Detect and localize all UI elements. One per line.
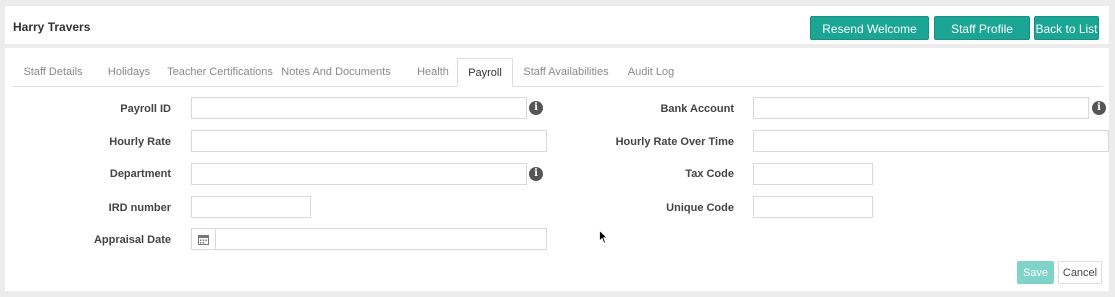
tab-staff-details[interactable]: Staff Details bbox=[13, 58, 93, 86]
hourly-rate-overtime-label: Hourly Rate Over Time bbox=[615, 136, 734, 148]
bank-account-label: Bank Account bbox=[660, 103, 734, 115]
department-input[interactable] bbox=[191, 163, 527, 185]
department-label: Department bbox=[109, 168, 171, 180]
appraisal-date-label: Appraisal Date bbox=[93, 234, 171, 246]
tab-health[interactable]: Health bbox=[405, 58, 461, 86]
staff-profile-report-button[interactable]: Staff Profile Report bbox=[934, 16, 1030, 60]
info-icon[interactable]: i bbox=[529, 101, 543, 115]
appraisal-date-input[interactable] bbox=[215, 228, 547, 250]
tab-staff-availabilities[interactable]: Staff Availabilities bbox=[521, 58, 611, 86]
tab-bar: Staff Details Holidays Teacher Certifica… bbox=[13, 58, 1103, 87]
unique-code-input[interactable] bbox=[753, 196, 873, 218]
ird-number-label: IRD number bbox=[108, 202, 171, 214]
tab-holidays[interactable]: Holidays bbox=[97, 58, 161, 86]
payroll-id-input[interactable] bbox=[191, 97, 527, 119]
info-icon[interactable]: i bbox=[529, 167, 543, 181]
resend-welcome-email-button[interactable]: Resend Welcome Email bbox=[810, 16, 929, 60]
save-button[interactable]: Save bbox=[1017, 261, 1054, 284]
tax-code-label: Tax Code bbox=[685, 168, 734, 180]
hourly-rate-label: Hourly Rate bbox=[109, 136, 171, 148]
hourly-rate-overtime-input[interactable] bbox=[753, 130, 1109, 152]
tab-audit-log[interactable]: Audit Log bbox=[623, 58, 679, 86]
tax-code-input[interactable] bbox=[753, 163, 873, 185]
payroll-id-label: Payroll ID bbox=[120, 103, 171, 115]
tab-payroll[interactable]: Payroll bbox=[457, 58, 513, 87]
unique-code-label: Unique Code bbox=[666, 202, 734, 214]
back-to-list-button[interactable]: Back to List bbox=[1034, 16, 1099, 40]
payroll-panel: Staff Details Holidays Teacher Certifica… bbox=[5, 48, 1109, 291]
tab-notes-and-documents[interactable]: Notes And Documents bbox=[281, 58, 391, 86]
hourly-rate-input[interactable] bbox=[191, 130, 547, 152]
calendar-button[interactable] bbox=[191, 228, 216, 250]
tab-teacher-certifications[interactable]: Teacher Certifications bbox=[165, 58, 275, 86]
cancel-button[interactable]: Cancel bbox=[1058, 261, 1102, 284]
info-icon[interactable]: i bbox=[1092, 101, 1106, 115]
calendar-icon bbox=[198, 235, 209, 245]
bank-account-input[interactable] bbox=[753, 97, 1089, 119]
ird-number-input[interactable] bbox=[191, 196, 311, 218]
page-header: Harry Travers Resend Welcome Email Staff… bbox=[5, 6, 1109, 60]
staff-name-title: Harry Travers bbox=[13, 20, 91, 34]
